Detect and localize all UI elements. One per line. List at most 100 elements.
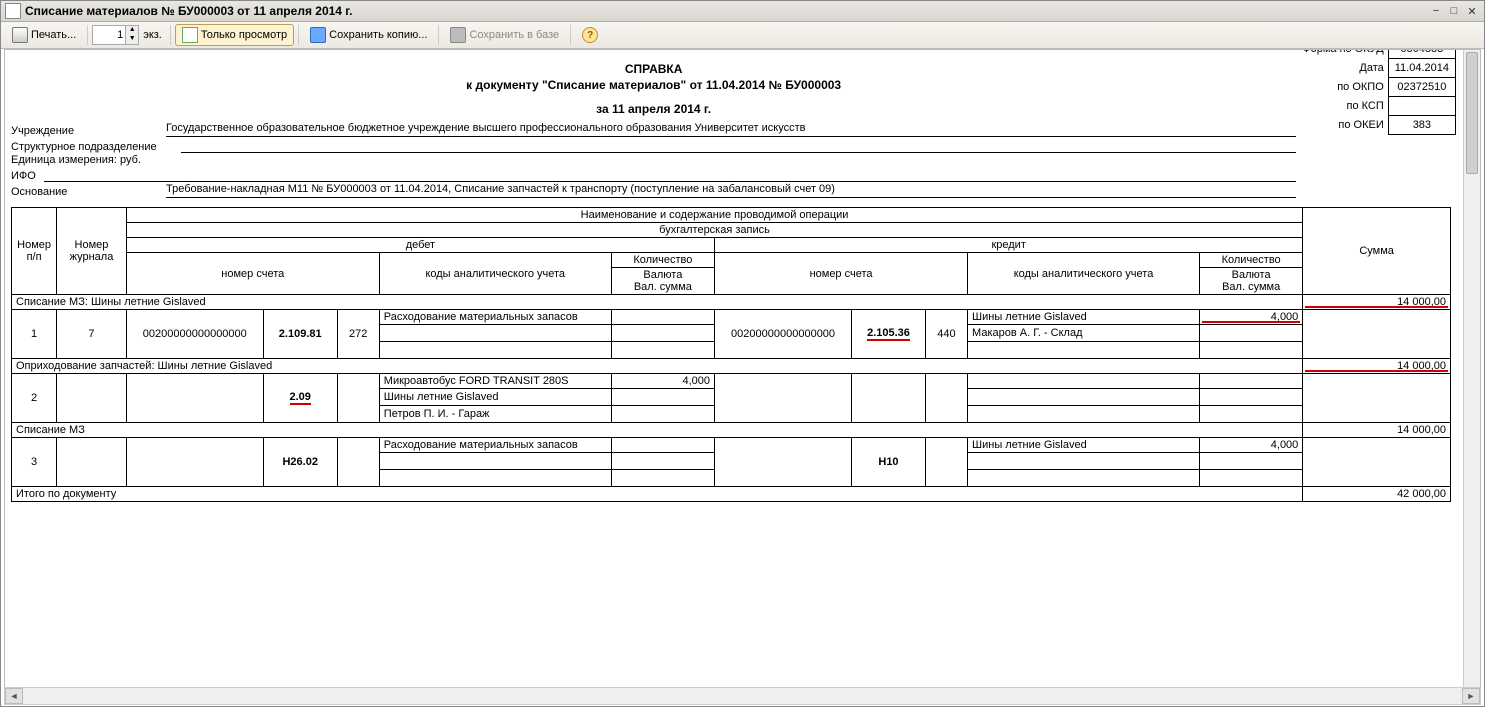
help-icon: ? <box>582 27 598 43</box>
debit-analytic: Расходование материальных запасов <box>379 438 611 453</box>
save-icon <box>310 27 326 43</box>
total-label: Итого по документу <box>12 487 1303 502</box>
titlebar: Списание материалов № БУ000003 от 11 апр… <box>1 1 1484 22</box>
save-copy-label: Сохранить копию... <box>329 29 427 41</box>
print-label: Печать... <box>31 29 76 41</box>
toolbar-separator <box>438 25 439 45</box>
save-db-button[interactable]: Сохранить в базе <box>443 24 566 46</box>
credit-analytic: Шины летние Gislaved <box>968 310 1200 325</box>
org-value: Государственное образовательное бюджетно… <box>166 122 1296 137</box>
codes-value: 0504833 <box>1388 50 1455 59</box>
row-qty: 4,000 <box>611 374 714 389</box>
credit-acc1: 00200000000000000 <box>715 310 852 359</box>
total-sum: 42 000,00 <box>1303 487 1451 502</box>
window: Списание материалов № БУ000003 от 11 апр… <box>0 0 1485 707</box>
codes-value: 02372510 <box>1388 78 1455 97</box>
scroll-left-button[interactable]: ◄ <box>5 688 23 704</box>
row-qty: 4,000 <box>1199 310 1302 325</box>
basis-label: Основание <box>11 186 166 198</box>
th-num: Номер п/п <box>12 208 57 295</box>
th-debit: дебет <box>126 238 714 253</box>
report-title: СПРАВКА <box>11 62 1296 76</box>
section-sum: 14 000,00 <box>1303 295 1451 310</box>
row-journal <box>57 374 127 423</box>
debit-acc1: 00200000000000000 <box>126 310 263 359</box>
debit-acc2: 2.109.81 <box>263 310 337 359</box>
unit-label: Единица измерения: руб. <box>11 154 149 166</box>
section-title: Списание МЗ: Шины летние Gislaved <box>12 295 1303 310</box>
debit-acc2: Н26.02 <box>263 438 337 487</box>
th-credit: кредит <box>715 238 1303 253</box>
th-account-c: номер счета <box>715 253 968 295</box>
minimize-button[interactable]: − <box>1428 4 1444 18</box>
view-only-label: Только просмотр <box>201 29 287 41</box>
row-num: 2 <box>12 374 57 423</box>
toolbar: Печать... ▲ ▼ экз. Только просмотр Сохра… <box>1 22 1484 49</box>
window-title: Списание материалов № БУ000003 от 11 апр… <box>25 4 1426 18</box>
codes-label: по ОКПО <box>1296 78 1388 97</box>
printer-icon <box>12 27 28 43</box>
th-sum: Сумма <box>1303 208 1451 295</box>
toolbar-separator <box>298 25 299 45</box>
th-analytic-d: коды аналитического учета <box>379 253 611 295</box>
debit-acc2: 2.09 <box>263 374 337 423</box>
th-entry: бухгалтерская запись <box>126 223 1303 238</box>
dept-label: Структурное подразделение <box>11 141 181 153</box>
toolbar-separator <box>570 25 571 45</box>
save-db-label: Сохранить в базе <box>469 29 559 41</box>
ifo-value <box>44 167 1296 182</box>
basis-value: Требование-накладная М11 № БУ000003 от 1… <box>166 183 1296 198</box>
print-button[interactable]: Печать... <box>5 24 83 46</box>
horizontal-scroll-track[interactable] <box>23 689 1462 703</box>
credit-acc2: 2.105.36 <box>852 310 926 359</box>
copies-up[interactable]: ▲ <box>125 26 138 35</box>
section-title: Списание МЗ <box>12 423 1303 438</box>
debit-analytic: Расходование материальных запасов <box>379 310 611 325</box>
horizontal-scrollbar[interactable]: ◄ ► <box>4 687 1481 705</box>
report-period: за 11 апреля 2014 г. <box>11 102 1296 116</box>
row-sum <box>1303 310 1451 359</box>
copies-stepper[interactable]: ▲ ▼ <box>92 25 139 45</box>
codes-label: Форма по ОКУД <box>1296 50 1388 59</box>
section-sum: 14 000,00 <box>1303 423 1451 438</box>
org-label: Учреждение <box>11 125 166 137</box>
report-viewport: СПРАВКА к документу "Списание материалов… <box>4 49 1481 690</box>
credit-analytic: Шины летние Gislaved <box>968 438 1200 453</box>
th-qty-d: Количество <box>611 253 714 268</box>
th-currency-c: ВалютаВал. сумма <box>1199 268 1302 295</box>
th-currency-d: ВалютаВал. сумма <box>611 268 714 295</box>
table-icon <box>182 27 198 43</box>
copies-unit: экз. <box>143 29 162 41</box>
codes-label: по КСП <box>1296 97 1388 116</box>
help-button[interactable]: ? <box>575 24 605 46</box>
codes-value: 11.04.2014 <box>1388 59 1455 78</box>
database-save-icon <box>450 27 466 43</box>
save-copy-button[interactable]: Сохранить копию... <box>303 24 434 46</box>
vertical-scrollbar[interactable] <box>1463 50 1480 689</box>
scroll-right-button[interactable]: ► <box>1462 688 1480 704</box>
copies-input[interactable] <box>93 29 125 41</box>
codes-value <box>1388 97 1455 116</box>
dept-value <box>181 138 1296 153</box>
debit-acc3: 272 <box>337 310 379 359</box>
toolbar-separator <box>87 25 88 45</box>
entries-table: Номер п/п Номер журнала Наименование и с… <box>11 207 1451 502</box>
row-journal: 7 <box>57 310 127 359</box>
debit-analytic: Микроавтобус FORD TRANSIT 280S <box>379 374 611 389</box>
credit-acc2: Н10 <box>852 438 926 487</box>
toolbar-separator <box>170 25 171 45</box>
codes-label: по ОКЕИ <box>1296 116 1388 135</box>
th-journal: Номер журнала <box>57 208 127 295</box>
codes-label: Дата <box>1296 59 1388 78</box>
credit-acc3: 440 <box>925 310 967 359</box>
view-only-button[interactable]: Только просмотр <box>175 24 294 46</box>
copies-down[interactable]: ▼ <box>125 35 138 44</box>
row-qty: 4,000 <box>1199 438 1302 453</box>
vertical-scroll-thumb[interactable] <box>1466 52 1478 174</box>
codes-table: КОДЫ Форма по ОКУД0504833 Дата11.04.2014… <box>1296 50 1456 135</box>
report-sheet: СПРАВКА к документу "Списание материалов… <box>5 50 1464 689</box>
close-button[interactable]: ✕ <box>1464 4 1480 18</box>
codes-value: 383 <box>1388 116 1455 135</box>
th-qty-c: Количество <box>1199 253 1302 268</box>
maximize-button[interactable]: □ <box>1446 4 1462 18</box>
